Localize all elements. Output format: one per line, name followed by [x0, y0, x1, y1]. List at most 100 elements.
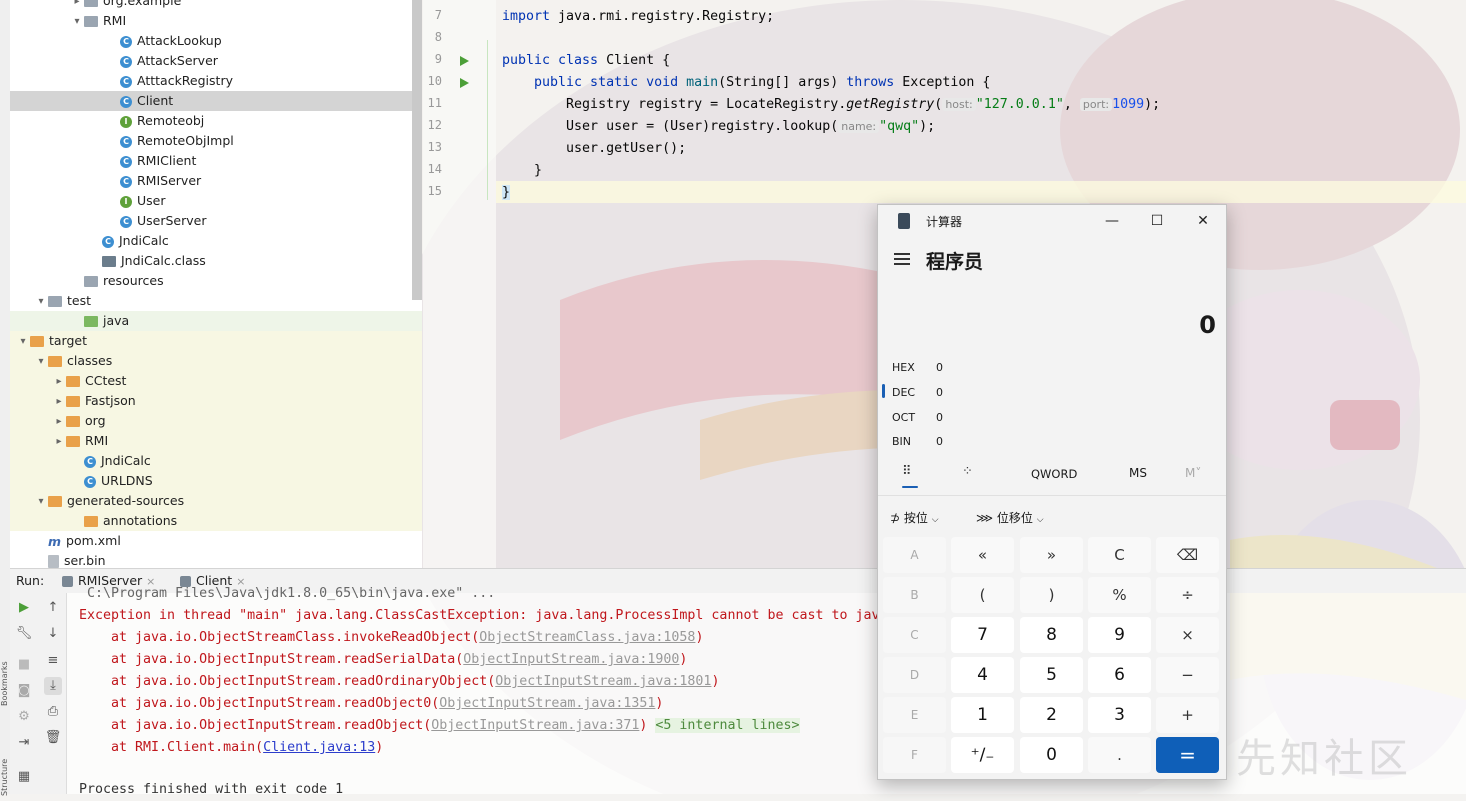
key-r5c1[interactable]: ⁺∕₋ [951, 737, 1014, 773]
chevron-icon[interactable]: ▾ [34, 492, 48, 512]
key-r2c2[interactable]: 8 [1020, 617, 1083, 653]
trash-icon[interactable]: 🗑︎ [44, 729, 62, 747]
chevron-icon[interactable]: ▾ [34, 352, 48, 372]
tree-item[interactable]: C Client [10, 91, 422, 111]
key-r3c2[interactable]: 5 [1020, 657, 1083, 693]
layout-icon[interactable]: ▦ [15, 768, 33, 786]
key-r4c2[interactable]: 2 [1020, 697, 1083, 733]
tree-item[interactable]: ▸ RMI [10, 431, 422, 451]
settings-icon[interactable]: ⚙ [15, 708, 33, 726]
bookmarks-tab[interactable]: Bookmarks [0, 644, 10, 706]
chevron-icon[interactable]: ▸ [52, 392, 66, 412]
tree-item[interactable]: ▸ Fastjson [10, 391, 422, 411]
hamburger-menu-icon[interactable] [894, 253, 910, 265]
code-keyword: import [502, 9, 559, 24]
chevron-icon[interactable]: ▸ [52, 432, 66, 452]
key-hex-d[interactable]: D [883, 657, 946, 693]
key-r3c1[interactable]: 4 [951, 657, 1014, 693]
chevron-icon[interactable]: ▸ [70, 0, 84, 12]
memory-view-button[interactable]: M˅ [1185, 466, 1201, 480]
tree-item[interactable]: ▾ generated-sources [10, 491, 422, 511]
minimize-button[interactable]: — [1097, 211, 1127, 231]
tree-item[interactable]: C URLDNS [10, 471, 422, 491]
key-r3c3[interactable]: 6 [1088, 657, 1151, 693]
folder-icon [66, 436, 80, 447]
stack-link[interactable]: ObjectInputStream.java:1801 [495, 674, 711, 689]
memory-store-button[interactable]: MS [1129, 466, 1147, 480]
key-r0c2[interactable]: » [1020, 537, 1083, 573]
stack-link[interactable]: ObjectInputStream.java:371 [431, 718, 639, 733]
key-hex-c[interactable]: C [883, 617, 946, 653]
radix-bin-label[interactable]: BIN [892, 435, 911, 448]
rerun-icon[interactable]: ▶ [15, 599, 33, 617]
radix-bin-value: 0 [936, 435, 943, 448]
down-arrow-icon[interactable]: ↓ [44, 625, 62, 643]
folder-icon [66, 416, 80, 427]
tree-item[interactable]: ▾ classes [10, 351, 422, 371]
maximize-button[interactable]: ☐ [1142, 211, 1172, 231]
stack-link[interactable]: ObjectInputStream.java:1900 [463, 652, 679, 667]
run-main-icon[interactable] [460, 78, 469, 88]
bitwise-dropdown[interactable]: ⊅ 按位 ⌵ [890, 509, 939, 526]
key-r3c4[interactable]: − [1156, 657, 1219, 693]
camera-icon[interactable]: ◙ [15, 682, 33, 700]
word-size-button[interactable]: QWORD [1031, 467, 1077, 481]
chevron-icon[interactable]: ▾ [16, 332, 30, 352]
tree-item[interactable]: ▸ org [10, 411, 422, 431]
line-number: 10 [427, 74, 442, 88]
key-r2c1[interactable]: 7 [951, 617, 1014, 653]
key-r5c3[interactable]: . [1088, 737, 1151, 773]
run-class-icon[interactable] [460, 56, 469, 66]
tree-item[interactable]: annotations [10, 511, 422, 531]
key-r4c3[interactable]: 3 [1088, 697, 1151, 733]
key-r1c3[interactable]: % [1088, 577, 1151, 613]
key-r0c3[interactable]: C [1088, 537, 1151, 573]
tree-item[interactable]: ▾ target [10, 331, 422, 351]
key-r2c3[interactable]: 9 [1088, 617, 1151, 653]
key-hex-e[interactable]: E [883, 697, 946, 733]
up-arrow-icon[interactable]: ↑ [44, 599, 62, 617]
chevron-icon[interactable]: ▸ [52, 412, 66, 432]
stack-link-client[interactable]: Client.java:13 [263, 740, 375, 755]
exit-icon[interactable]: ⇥ [15, 734, 33, 752]
folder-icon [48, 356, 62, 367]
class-icon: C [120, 55, 132, 68]
chevron-icon[interactable]: ▾ [70, 12, 84, 32]
stack-frame: at java.io.ObjectInputStream.readOrdinar… [79, 674, 720, 689]
stack-link[interactable]: ObjectStreamClass.java:1058 [479, 630, 695, 645]
key-r5c4[interactable]: = [1156, 737, 1219, 773]
key-r1c2[interactable]: ) [1020, 577, 1083, 613]
key-r5c2[interactable]: 0 [1020, 737, 1083, 773]
stop-icon[interactable]: ■ [15, 656, 33, 674]
internal-lines-fold[interactable]: <5 internal lines> [655, 718, 800, 733]
tree-item[interactable]: ▸ CCtest [10, 371, 422, 391]
key-hex-f[interactable]: F [883, 737, 946, 773]
key-r1c1[interactable]: ( [951, 577, 1014, 613]
chevron-icon[interactable]: ▸ [52, 372, 66, 392]
key-r4c4[interactable]: + [1156, 697, 1219, 733]
key-r0c4[interactable]: ⌫ [1156, 537, 1219, 573]
scroll-to-end-icon[interactable]: ⤓ [44, 677, 62, 695]
radix-oct-label[interactable]: OCT [892, 411, 915, 424]
keypad-icon[interactable]: ⠿ [902, 464, 912, 479]
chevron-icon[interactable]: ▾ [34, 292, 48, 312]
key-r1c4[interactable]: ÷ [1156, 577, 1219, 613]
key-r4c1[interactable]: 1 [951, 697, 1014, 733]
wrench-icon[interactable]: 🔧︎ [15, 625, 33, 643]
radix-dec-label[interactable]: DEC [892, 386, 915, 399]
key-r2c4[interactable]: × [1156, 617, 1219, 653]
key-hex-a[interactable]: A [883, 537, 946, 573]
tree-item[interactable]: java [10, 311, 422, 331]
radix-hex-label[interactable]: HEX [892, 361, 915, 374]
close-button[interactable]: ✕ [1188, 211, 1218, 231]
soft-wrap-icon[interactable]: ≡ [44, 652, 62, 670]
bitshift-dropdown[interactable]: ⋙ 位移位 ⌵ [976, 509, 1044, 526]
bit-toggle-icon[interactable]: ⁘ [962, 464, 973, 479]
tree-item[interactable]: C JndiCalc [10, 451, 422, 471]
key-r0c1[interactable]: « [951, 537, 1014, 573]
stack-link[interactable]: ObjectInputStream.java:1351 [439, 696, 655, 711]
key-hex-b[interactable]: B [883, 577, 946, 613]
print-icon[interactable]: ⎙ [44, 703, 62, 721]
structure-tab[interactable]: Structure [0, 734, 10, 796]
tree-item-label: URLDNS [101, 473, 153, 488]
